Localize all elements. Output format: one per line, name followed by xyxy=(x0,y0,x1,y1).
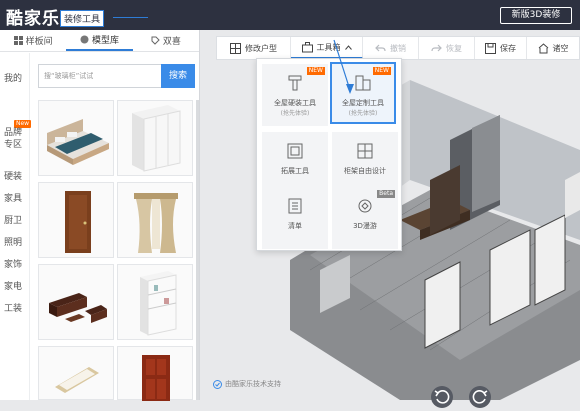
dd-cabinet-design[interactable]: 柜架自由设计 xyxy=(332,132,398,194)
search-input[interactable]: 搜“玻璃柜”试试 xyxy=(38,64,164,88)
model-shelf[interactable] xyxy=(117,264,193,340)
tab-shuangxi-label: 双喜 xyxy=(162,37,181,47)
dd-extend-tool[interactable]: 拓展工具 xyxy=(262,132,328,194)
toolbar-label: 保存 xyxy=(500,43,516,53)
list-icon xyxy=(288,198,302,214)
annotation-arrow xyxy=(333,39,354,94)
toolbox-dropdown: NEW 全屋硬装工具 (抢先体验) NEW 全屋定制工具 (抢先体验) 拓展工具… xyxy=(256,58,402,251)
annotation-line xyxy=(113,17,148,18)
sofa-thumbnail xyxy=(49,293,107,323)
dd-label: 全屋定制工具 xyxy=(342,99,384,107)
tour-icon xyxy=(358,199,372,213)
model-sofa-set[interactable] xyxy=(38,264,114,340)
category-nav: 我的 New 品牌专区 硬装 家具 厨卫 照明 家饰 家电 工装 xyxy=(0,53,32,400)
tab-samples-label: 样板间 xyxy=(25,37,53,47)
scrollbar[interactable] xyxy=(196,100,199,400)
rotate-left-icon xyxy=(434,390,450,404)
frame-thumbnail xyxy=(55,367,99,393)
toolbar-clear[interactable]: 诸空 xyxy=(527,37,579,59)
logo[interactable]: 酷家乐 xyxy=(6,4,60,29)
dd-list[interactable]: 清单 xyxy=(262,187,328,249)
bed-thumbnail xyxy=(47,119,109,165)
new-3d-button[interactable]: 新版3D装修 xyxy=(500,7,572,24)
toolbar-edit-floorplan[interactable]: 修改户型 xyxy=(217,37,291,59)
footer-note: 由酷家乐技术支持 xyxy=(213,379,281,389)
shelf-thumbnail xyxy=(140,271,177,336)
new-badge: NEW xyxy=(306,67,325,75)
wardrobe-thumbnail xyxy=(132,105,181,172)
grid-icon xyxy=(13,36,23,45)
model-door[interactable] xyxy=(38,182,114,258)
toolbar-label: 撤销 xyxy=(390,43,406,53)
hard-tool-icon xyxy=(288,75,302,91)
save-icon xyxy=(485,42,496,54)
red-door-thumbnail xyxy=(142,355,170,401)
clear-icon xyxy=(538,42,548,53)
toolbar-save[interactable]: 保存 xyxy=(475,37,527,59)
dd-label: 柜架自由设计 xyxy=(344,167,386,175)
extend-tool-icon xyxy=(287,143,303,159)
cat-brand[interactable]: 品牌专区 xyxy=(4,127,26,151)
circle-icon xyxy=(80,35,89,44)
toolbar-label: 诸空 xyxy=(552,43,569,53)
dd-label: 3D漫游 xyxy=(353,222,377,230)
cat-lighting[interactable]: 照明 xyxy=(4,237,22,249)
cat-hard[interactable]: 硬装 xyxy=(4,171,22,183)
cat-appliance[interactable]: 家电 xyxy=(4,281,22,293)
toolbar-label: 修改户型 xyxy=(245,43,277,53)
tab-models[interactable]: 模型库 xyxy=(66,30,133,51)
model-curtain[interactable] xyxy=(117,182,193,258)
dd-sublabel: (抢先体验) xyxy=(280,110,310,117)
floorplan-icon xyxy=(230,42,241,54)
rotate-right-button[interactable] xyxy=(469,386,491,408)
search-button[interactable]: 搜索 xyxy=(161,64,195,88)
dd-3d-tour[interactable]: Beta 3D漫游 xyxy=(332,187,398,249)
cat-tools[interactable]: 工装 xyxy=(4,303,22,315)
main-toolbar: 修改户型 工具箱 撤销 恢复 保存 诸空 xyxy=(216,36,580,60)
toolbar-redo[interactable]: 恢复 xyxy=(419,37,475,59)
model-frame[interactable] xyxy=(38,346,114,400)
toolbox-icon xyxy=(301,41,313,52)
rotate-left-button[interactable] xyxy=(431,386,453,408)
model-bed[interactable] xyxy=(38,100,114,176)
model-wardrobe[interactable] xyxy=(117,100,193,176)
dd-label: 全屋硬装工具 xyxy=(274,99,316,107)
cat-furniture[interactable]: 家具 xyxy=(4,193,22,205)
tab-samples[interactable]: 样板间 xyxy=(0,30,66,51)
tab-models-label: 模型库 xyxy=(91,36,119,46)
door-thumbnail xyxy=(65,191,91,253)
footer-note-text: 由酷家乐技术支持 xyxy=(225,380,281,388)
cat-mine[interactable]: 我的 xyxy=(4,73,22,85)
kujiale-mark-icon xyxy=(213,379,222,389)
top-bar: 酷家乐 装修工具 新版3D装修 xyxy=(0,0,580,30)
rotate-right-icon xyxy=(472,390,488,404)
dd-whole-hard-tool[interactable]: NEW 全屋硬装工具 (抢先体验) xyxy=(262,64,328,126)
cat-kitchen[interactable]: 厨卫 xyxy=(4,215,22,227)
tab-shuangxi[interactable]: 双喜 xyxy=(133,30,199,51)
dd-label: 清单 xyxy=(288,222,302,230)
curtain-thumbnail xyxy=(134,193,178,253)
cat-decor[interactable]: 家饰 xyxy=(4,259,22,271)
tool-tag: 装修工具 xyxy=(60,10,105,27)
redo-icon xyxy=(431,44,442,51)
panel-tabs: 样板间 模型库 双喜 xyxy=(0,30,199,52)
tag-icon xyxy=(151,36,160,45)
toolbar-label: 恢复 xyxy=(446,43,462,53)
dd-sublabel: (抢先体验) xyxy=(348,110,378,117)
dd-label: 拓展工具 xyxy=(281,167,309,175)
beta-badge: Beta xyxy=(377,190,395,198)
cabinet-icon xyxy=(357,143,373,159)
left-panel: 样板间 模型库 双喜 我的 New 品牌专区 硬装 家具 厨卫 照明 家饰 家电… xyxy=(0,30,200,401)
model-red-door[interactable] xyxy=(117,346,193,401)
